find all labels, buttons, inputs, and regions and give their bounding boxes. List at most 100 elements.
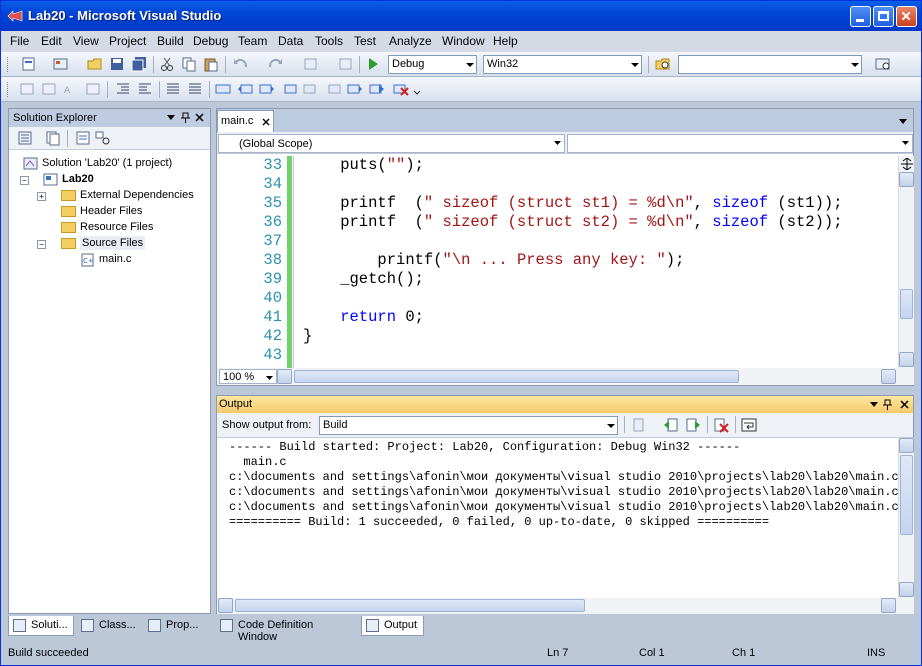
menu-project[interactable]: Project <box>109 34 146 48</box>
tab-solution-explorer[interactable]: Soluti... <box>8 616 74 636</box>
auto-hide-pin-icon[interactable] <box>883 399 892 410</box>
display-word-completion-icon[interactable] <box>85 81 101 97</box>
scroll-down-button[interactable] <box>899 582 914 597</box>
solution-explorer-header[interactable]: Solution Explorer <box>9 109 210 127</box>
menu-help[interactable]: Help <box>493 34 518 48</box>
find-message-in-code-icon[interactable] <box>631 417 647 433</box>
window-position-dropdown-icon[interactable] <box>870 402 878 408</box>
go-to-next-message-icon[interactable] <box>685 417 701 433</box>
menu-window[interactable]: Window <box>442 34 485 48</box>
cut-icon[interactable] <box>159 56 175 72</box>
menu-build[interactable]: Build <box>157 34 184 48</box>
previous-bookmark-in-folder-icon[interactable] <box>281 81 297 97</box>
output-horizontal-scrollbar[interactable] <box>217 598 914 614</box>
decrease-indent-icon[interactable] <box>115 81 131 97</box>
scroll-up-button[interactable] <box>899 438 914 453</box>
close-tab-icon[interactable] <box>262 118 270 126</box>
vertical-scroll-thumb[interactable] <box>900 289 913 319</box>
scroll-left-button[interactable] <box>277 369 292 384</box>
minimize-button[interactable] <box>850 6 871 27</box>
toggle-word-wrap-icon[interactable] <box>741 417 757 433</box>
scroll-left-button[interactable] <box>218 598 233 613</box>
increase-indent-icon[interactable] <box>137 81 153 97</box>
view-class-diagram-icon[interactable] <box>95 130 111 146</box>
toggle-bookmark-icon[interactable] <box>215 81 231 97</box>
menu-analyze[interactable]: Analyze <box>389 34 432 48</box>
close-button[interactable] <box>896 6 917 27</box>
open-file-icon[interactable] <box>87 56 103 72</box>
go-to-previous-message-icon[interactable] <box>663 417 679 433</box>
tab-property-manager[interactable]: Prop... <box>144 616 210 636</box>
auto-hide-pin-icon[interactable] <box>181 112 190 123</box>
next-bookmark-icon[interactable] <box>259 81 275 97</box>
paste-icon[interactable] <box>203 56 219 72</box>
vertical-scroll-thumb[interactable] <box>900 455 913 535</box>
toolbar-grip[interactable] <box>7 82 10 97</box>
toolbar-options-chevron-icon[interactable] <box>413 81 421 97</box>
display-object-member-list-icon[interactable] <box>19 81 35 97</box>
menu-tools[interactable]: Tools <box>315 34 343 48</box>
output-header[interactable]: Output <box>217 396 913 413</box>
scroll-down-button[interactable] <box>899 352 914 367</box>
find-in-files-icon[interactable] <box>655 56 671 72</box>
menu-team[interactable]: Team <box>238 34 267 48</box>
next-bookmark-in-folder-icon[interactable] <box>303 81 319 97</box>
horizontal-scroll-thumb[interactable] <box>235 599 585 612</box>
next-bookmark-in-document-icon[interactable] <box>347 81 363 97</box>
tab-class-view[interactable]: Class... <box>77 616 143 636</box>
solution-platform-select[interactable]: Win32 <box>483 55 642 74</box>
menu-file[interactable]: File <box>10 34 29 48</box>
save-all-icon[interactable] <box>131 56 147 72</box>
scope-select[interactable]: (Global Scope) <box>218 134 565 153</box>
close-panel-icon[interactable] <box>195 113 204 122</box>
solution-configuration-select[interactable]: Debug <box>388 55 477 74</box>
menu-edit[interactable]: Edit <box>41 34 62 48</box>
save-icon[interactable] <box>109 56 125 72</box>
comment-out-icon[interactable] <box>165 81 181 97</box>
next-bookmark-arrow-icon[interactable] <box>369 81 385 97</box>
tab-main-c[interactable]: main.c <box>217 110 274 132</box>
maximize-button[interactable] <box>873 6 894 27</box>
tab-code-definition-window[interactable]: Code Definition Window <box>216 616 358 643</box>
menu-test[interactable]: Test <box>354 34 376 48</box>
undo-icon[interactable] <box>233 56 249 72</box>
window-position-dropdown-icon[interactable] <box>167 115 175 121</box>
output-source-select[interactable]: Build <box>319 416 618 435</box>
tab-output[interactable]: Output <box>361 616 424 636</box>
find-combo[interactable] <box>678 55 862 74</box>
show-all-files-icon[interactable] <box>45 130 61 146</box>
properties-icon[interactable] <box>17 130 33 146</box>
solution-explorer-toggle-icon[interactable] <box>875 56 891 72</box>
expand-external-dependencies-toggle[interactable]: + <box>37 192 46 201</box>
horizontal-scroll-thumb[interactable] <box>294 370 739 383</box>
menu-debug[interactable]: Debug <box>193 34 228 48</box>
code-area[interactable]: 33 puts(""); 34 35 printf (" sizeof (str… <box>217 156 901 368</box>
collapse-project-toggle[interactable]: − <box>20 176 29 185</box>
active-files-dropdown-icon[interactable] <box>899 119 907 124</box>
output-text[interactable]: ------ Build started: Project: Lab20, Co… <box>217 438 901 594</box>
copy-icon[interactable] <box>181 56 197 72</box>
navigate-backward-icon[interactable] <box>303 56 319 72</box>
previous-bookmark-icon[interactable] <box>237 81 253 97</box>
output-vertical-scrollbar[interactable] <box>898 438 914 598</box>
collapse-source-files-toggle[interactable]: − <box>37 240 46 249</box>
navigate-forward-icon[interactable] <box>337 56 353 72</box>
view-code-icon[interactable] <box>75 130 91 146</box>
display-quick-info-icon[interactable]: A <box>63 81 79 97</box>
scroll-right-button[interactable] <box>881 598 896 613</box>
toolbar-grip[interactable] <box>7 57 10 72</box>
scroll-right-button[interactable] <box>881 369 896 384</box>
new-project-icon[interactable] <box>21 56 37 72</box>
scroll-up-button[interactable] <box>899 172 914 187</box>
menu-data[interactable]: Data <box>278 34 303 48</box>
menu-view[interactable]: View <box>73 34 99 48</box>
zoom-select[interactable]: 100 % <box>219 369 277 384</box>
uncomment-icon[interactable] <box>187 81 203 97</box>
redo-icon[interactable] <box>267 56 283 72</box>
title-bar[interactable]: Lab20 - Microsoft Visual Studio <box>1 1 921 31</box>
clear-bookmarks-icon[interactable] <box>393 81 409 97</box>
member-select[interactable] <box>567 134 913 153</box>
start-debugging-icon[interactable] <box>365 56 381 72</box>
split-window-icon[interactable] <box>901 158 913 170</box>
previous-bookmark-in-document-icon[interactable] <box>325 81 341 97</box>
